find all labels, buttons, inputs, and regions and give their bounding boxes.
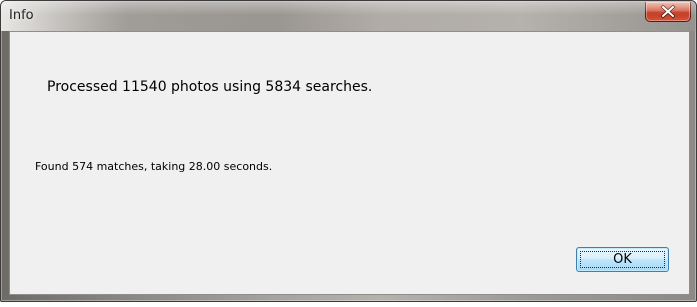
ok-button-label: OK <box>613 252 632 267</box>
detail-message: Found 574 matches, taking 28.00 seconds. <box>35 160 273 173</box>
title-bar[interactable]: Info <box>1 1 696 31</box>
main-message: Processed 11540 photos using 5834 search… <box>47 79 373 95</box>
info-dialog-window: Info Processed 11540 photos using 5834 s… <box>0 0 697 302</box>
dialog-content: Processed 11540 photos using 5834 search… <box>9 31 690 295</box>
window-title: Info <box>9 8 34 23</box>
close-button[interactable] <box>645 2 691 22</box>
ok-button[interactable]: OK <box>576 247 669 272</box>
close-icon <box>660 4 676 19</box>
